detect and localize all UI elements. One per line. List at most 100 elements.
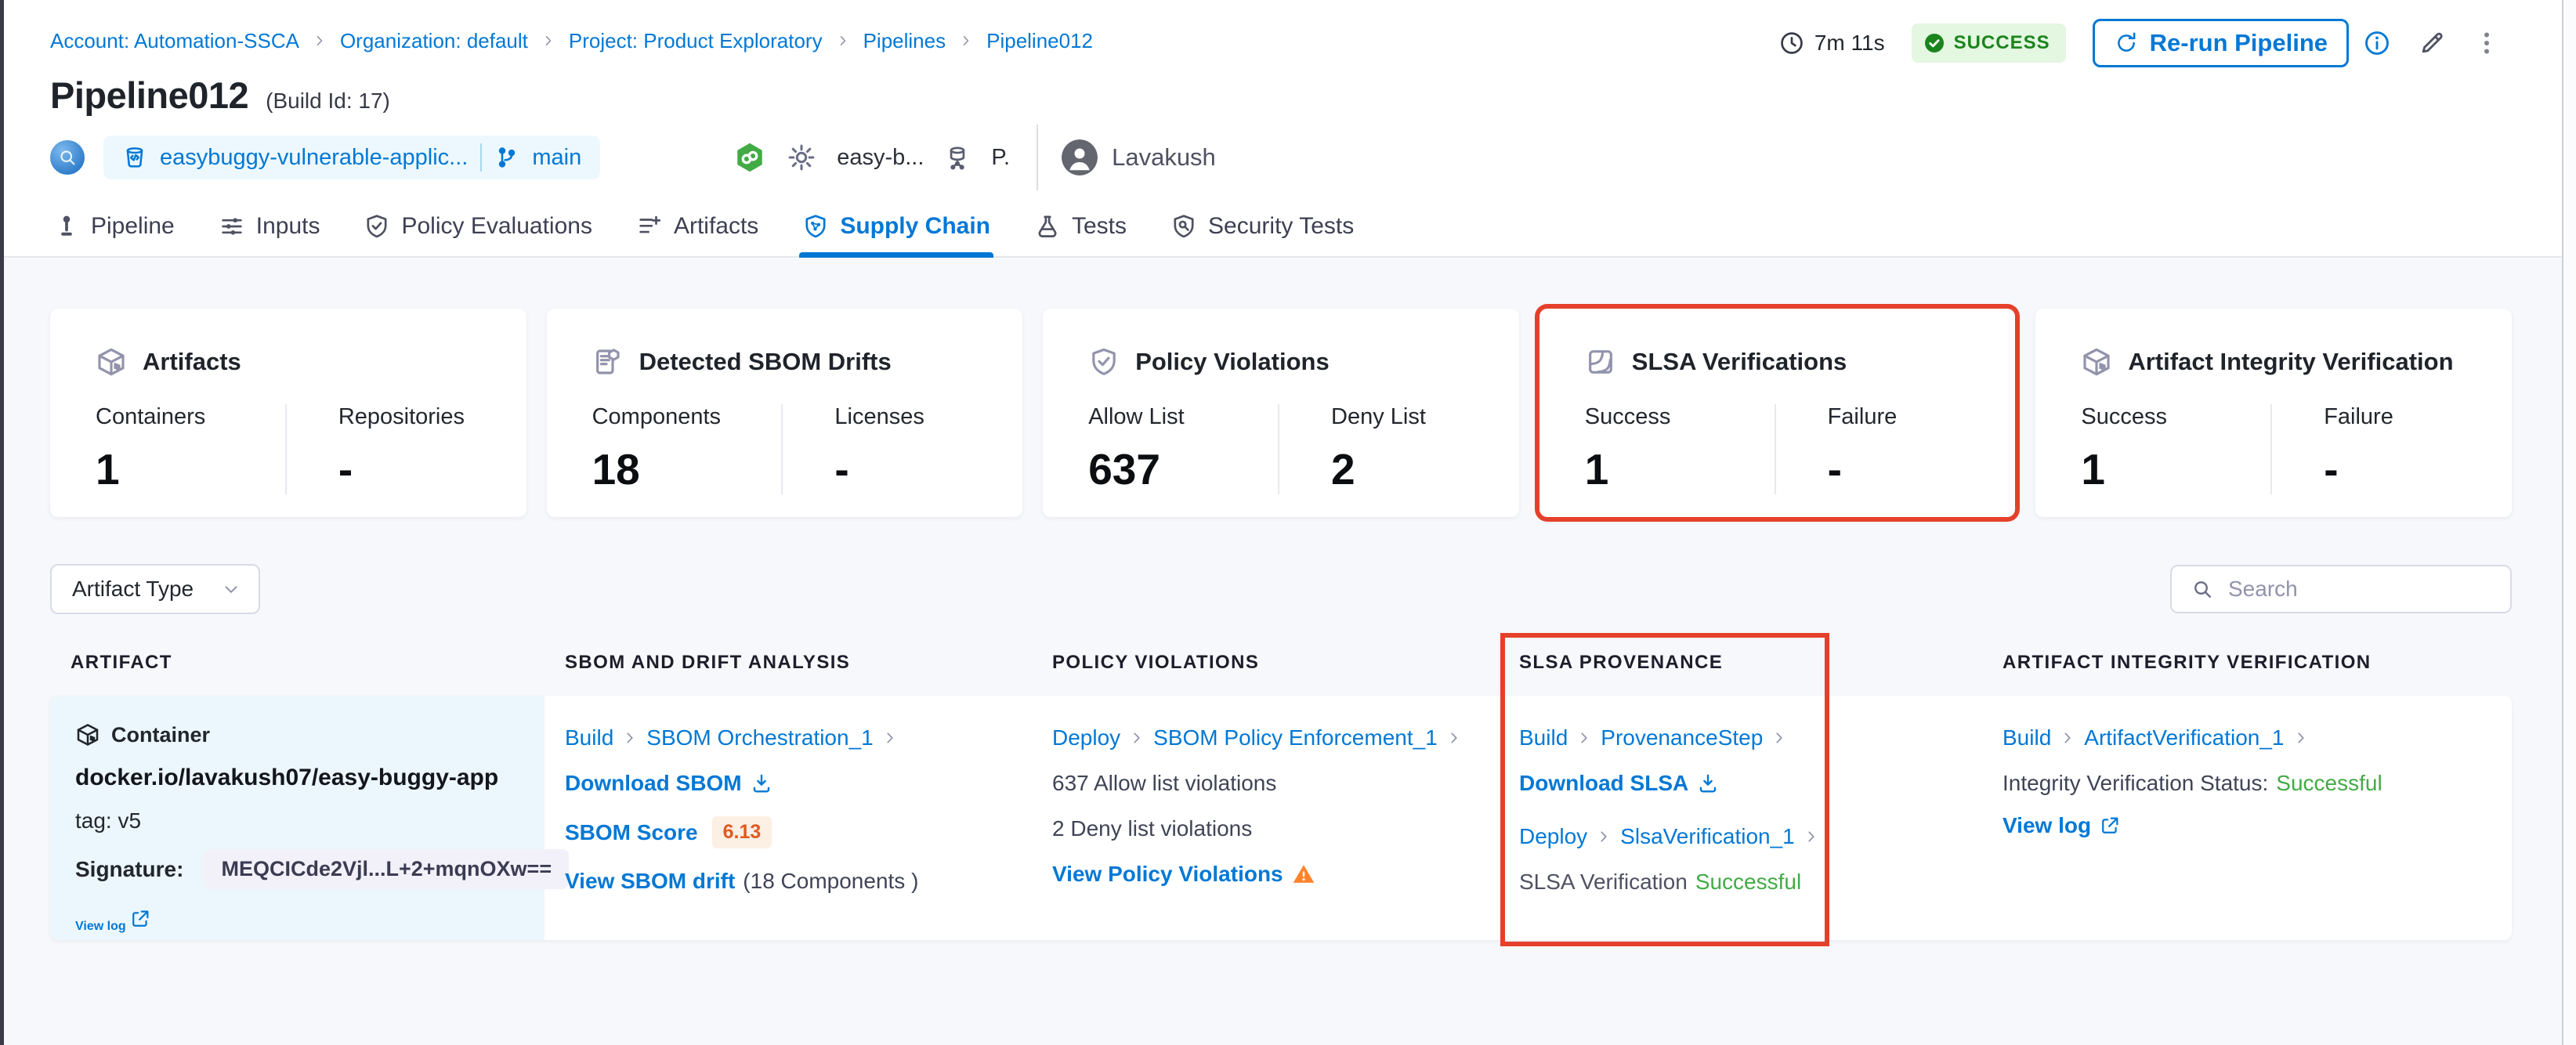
chevron-right-icon bbox=[1803, 828, 1820, 845]
card-metric-label: Licenses bbox=[834, 404, 924, 429]
execution-meta-row: easybuggy-vulnerable-applic... main easy… bbox=[50, 125, 2501, 190]
step-link[interactable]: ProvenanceStep bbox=[1601, 725, 1763, 750]
artifact-type: Container bbox=[111, 722, 211, 747]
view-log-link[interactable]: View log bbox=[75, 920, 126, 933]
sbom-icon bbox=[592, 346, 624, 378]
triggered-by-user: Lavakush bbox=[1062, 139, 1216, 175]
card-metric-label: Repositories bbox=[338, 404, 465, 429]
stage-link[interactable]: Build bbox=[565, 725, 613, 750]
breadcrumb-separator-icon bbox=[958, 33, 974, 49]
stage-link[interactable]: Deploy bbox=[1052, 725, 1120, 750]
clock-icon bbox=[1778, 30, 1805, 56]
collapsed-nav-edge bbox=[0, 0, 4, 1045]
stage-link[interactable]: Deploy bbox=[1519, 824, 1587, 849]
stage-link[interactable]: Build bbox=[2003, 725, 2051, 750]
refresh-icon bbox=[2114, 31, 2139, 56]
artifact-type-label: Artifact Type bbox=[72, 577, 194, 601]
card-metric-label: Success bbox=[1584, 404, 1671, 429]
tab-supply-chain[interactable]: Supply Chain bbox=[799, 197, 993, 258]
webhook-trigger-icon bbox=[733, 141, 766, 174]
card-metric-value: 1 bbox=[96, 445, 120, 494]
artifact-type-dropdown[interactable]: Artifact Type bbox=[50, 564, 260, 614]
check-circle-icon bbox=[1923, 31, 1946, 55]
breadcrumb-item[interactable]: Project: Product Exploratory bbox=[569, 29, 823, 53]
tab-policy-evaluations[interactable]: Policy Evaluations bbox=[360, 197, 595, 256]
tab-label: Supply Chain bbox=[840, 213, 990, 239]
tab-pipeline[interactable]: Pipeline bbox=[50, 197, 178, 256]
integrity-cell: Build ArtifactVerification_1 Integrity V… bbox=[2003, 696, 2512, 940]
header-artifact: ARTIFACT bbox=[71, 652, 172, 673]
card-title: Artifacts bbox=[143, 348, 241, 375]
breadcrumb-item[interactable]: Account: Automation-SSCA bbox=[50, 29, 299, 53]
scrollbar-gutter[interactable] bbox=[2562, 0, 2576, 1045]
breadcrumb-item[interactable]: Pipeline012 bbox=[986, 29, 1093, 53]
card-metric-value: 2 bbox=[1331, 445, 1355, 494]
download-slsa-link[interactable]: Download SLSA bbox=[1519, 771, 1688, 796]
table-header-row: ARTIFACT SBOM AND DRIFT ANALYSIS POLICY … bbox=[50, 628, 2512, 696]
more-options-button[interactable] bbox=[2473, 29, 2501, 57]
card-title: SLSA Verifications bbox=[1631, 348, 1847, 375]
tab-tests[interactable]: Tests bbox=[1031, 197, 1130, 256]
breadcrumb-separator-icon bbox=[312, 33, 327, 49]
gear-icon[interactable] bbox=[787, 143, 816, 172]
summary-card-slsa-verifications: SLSA Verifications Success 1 Failure - bbox=[1539, 309, 2016, 517]
chevron-right-icon bbox=[2059, 729, 2076, 747]
breadcrumb-item[interactable]: Organization: default bbox=[340, 29, 528, 53]
tests-icon bbox=[1034, 213, 1061, 240]
edit-pipeline-button[interactable] bbox=[2418, 29, 2446, 57]
stage-link[interactable]: Build bbox=[1519, 725, 1568, 750]
sbom-cell: Build SBOM Orchestration_1 Download SBOM… bbox=[565, 696, 1052, 940]
tab-label: Artifacts bbox=[673, 213, 759, 239]
view-policy-violations-link[interactable]: View Policy Violations bbox=[1052, 862, 1283, 887]
title-row: Pipeline012 (Build Id: 17) bbox=[50, 74, 2501, 117]
search-input[interactable] bbox=[2228, 577, 2491, 602]
info-icon bbox=[2363, 29, 2391, 57]
card-metric-value: - bbox=[338, 445, 353, 494]
tab-artifacts[interactable]: Artifacts bbox=[633, 197, 762, 256]
tab-label: Policy Evaluations bbox=[401, 213, 592, 239]
card-metric-label: Deny List bbox=[1331, 404, 1426, 429]
view-log-link[interactable]: View log bbox=[2003, 813, 2091, 838]
step-link[interactable]: ArtifactVerification_1 bbox=[2084, 725, 2284, 750]
breadcrumb-item[interactable]: Pipelines bbox=[863, 29, 946, 53]
page-header: Account: Automation-SSCA Organization: de… bbox=[0, 0, 2576, 190]
info-button[interactable] bbox=[2363, 29, 2391, 57]
view-sbom-drift-link[interactable]: View SBOM drift bbox=[565, 869, 735, 894]
chevron-right-icon bbox=[881, 729, 899, 747]
artifact-cell: Container docker.io/lavakush07/easy-bugg… bbox=[50, 696, 570, 940]
chevron-right-icon bbox=[1445, 729, 1463, 747]
header-slsa: SLSA PROVENANCE bbox=[1519, 652, 1724, 673]
user-name: Lavakush bbox=[1112, 143, 1216, 171]
search-box[interactable] bbox=[2170, 565, 2512, 613]
card-metric-value: 18 bbox=[592, 445, 640, 494]
page-title: Pipeline012 bbox=[50, 74, 249, 116]
trigger-details: easy-b... P. bbox=[733, 141, 1010, 174]
tab-label: Inputs bbox=[255, 213, 320, 239]
tab-security-tests[interactable]: Security Tests bbox=[1167, 197, 1357, 256]
supply-chain-icon bbox=[802, 213, 829, 240]
download-sbom-link[interactable]: Download SBOM bbox=[565, 771, 742, 796]
table-row: Container docker.io/lavakush07/easy-bugg… bbox=[50, 696, 2512, 940]
drift-components-count: (18 Components ) bbox=[743, 869, 919, 893]
card-title: Policy Violations bbox=[1135, 348, 1330, 375]
breadcrumb-separator-icon bbox=[541, 33, 556, 49]
sbom-score-link[interactable]: SBOM Score bbox=[565, 820, 698, 845]
repo-branch-pill[interactable]: easybuggy-vulnerable-applic... main bbox=[103, 136, 601, 179]
filter-row: Artifact Type bbox=[50, 564, 2512, 614]
card-metric-label: Success bbox=[2081, 404, 2167, 429]
signature-value[interactable]: MEQCICde2Vjl...L+2+mqnOXw== bbox=[204, 849, 570, 889]
policy-evaluations-icon bbox=[364, 213, 390, 240]
artifacts-table: ARTIFACT SBOM AND DRIFT ANALYSIS POLICY … bbox=[50, 628, 2512, 946]
warning-icon bbox=[1291, 862, 1316, 887]
step-link[interactable]: SBOM Orchestration_1 bbox=[646, 725, 873, 750]
integrity-status-value: Successful bbox=[2276, 771, 2382, 795]
rerun-pipeline-button[interactable]: Re-run Pipeline bbox=[2092, 19, 2349, 67]
artifacts-icon bbox=[636, 213, 663, 240]
policy-cell: Deploy SBOM Policy Enforcement_1 637 All… bbox=[1052, 696, 1519, 940]
tab-inputs[interactable]: Inputs bbox=[215, 197, 324, 256]
chevron-down-icon bbox=[221, 579, 241, 599]
step-link[interactable]: SlsaVerification_1 bbox=[1620, 824, 1795, 849]
branch-name: main bbox=[532, 144, 582, 170]
step-link[interactable]: SBOM Policy Enforcement_1 bbox=[1153, 725, 1438, 750]
summary-card-policy-violations: Policy Violations Allow List 637 Deny List 2 bbox=[1043, 309, 1519, 517]
